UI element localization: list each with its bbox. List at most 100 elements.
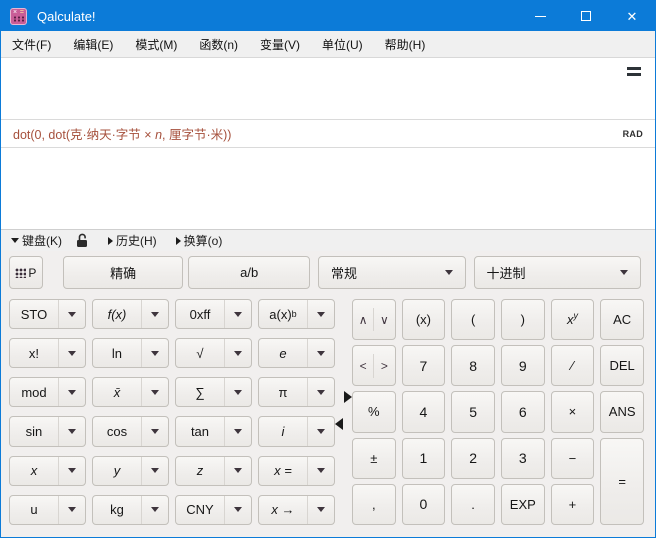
divide-button[interactable]: ∕	[551, 345, 595, 386]
cursor-left-right-button-half-2[interactable]: >	[373, 354, 394, 378]
mean-button[interactable]: x̄	[92, 377, 169, 407]
menu-help[interactable]: 帮助(H)	[374, 31, 437, 57]
add-button[interactable]: +	[551, 484, 595, 525]
sqrt-button-dropdown[interactable]	[224, 339, 251, 367]
menu-mode[interactable]: 模式(M)	[124, 31, 188, 57]
cursor-left-right-button[interactable]: <>	[352, 345, 396, 386]
factorial-button[interactable]: x!	[9, 338, 86, 368]
menu-functions[interactable]: 函数(n)	[188, 31, 249, 57]
mean-button-dropdown[interactable]	[141, 378, 168, 406]
history-toggle[interactable]: 历史(H)	[108, 232, 157, 249]
convert-x-button[interactable]: x →	[258, 495, 335, 525]
sin-button-dropdown[interactable]	[58, 417, 85, 445]
exact-mode-button[interactable]: 精确	[63, 256, 184, 289]
comma-button[interactable]: ,	[352, 484, 396, 525]
hex-button[interactable]: 0xff	[175, 299, 252, 329]
pi-button-dropdown[interactable]	[307, 378, 334, 406]
variable-z-button-dropdown[interactable]	[224, 457, 251, 485]
digit-1-button[interactable]: 1	[402, 438, 446, 479]
expand-right-handle-icon[interactable]	[344, 391, 352, 403]
digit-9-button[interactable]: 9	[501, 345, 545, 386]
variable-y-button[interactable]: y	[92, 456, 169, 486]
function-button-dropdown[interactable]	[141, 300, 168, 328]
exp-button[interactable]: EXP	[501, 484, 545, 525]
e-constant-button[interactable]: e	[258, 338, 335, 368]
menu-hamburger-icon[interactable]	[627, 67, 641, 79]
close-paren-button[interactable]: )	[501, 299, 545, 340]
equals-button[interactable]: =	[600, 438, 644, 525]
lock-keypad-icon[interactable]	[76, 233, 89, 248]
ac-button[interactable]: AC	[600, 299, 644, 340]
pi-button[interactable]: π	[258, 377, 335, 407]
mod-button-dropdown[interactable]	[58, 378, 85, 406]
scroll-up-down-button-half-1[interactable]: ∧	[353, 308, 373, 332]
variable-x-button-dropdown[interactable]	[58, 457, 85, 485]
variable-x-button[interactable]: x	[9, 456, 86, 486]
sin-button[interactable]: sin	[9, 416, 86, 446]
smart-parentheses-button[interactable]: (x)	[402, 299, 446, 340]
sum-button-dropdown[interactable]	[224, 378, 251, 406]
unit-kg-button-dropdown[interactable]	[141, 496, 168, 524]
cursor-left-right-button-half-1[interactable]: <	[353, 354, 373, 378]
scroll-up-down-button[interactable]: ∧∨	[352, 299, 396, 340]
ln-button-dropdown[interactable]	[141, 339, 168, 367]
tan-button[interactable]: tan	[175, 416, 252, 446]
sqrt-button[interactable]: √	[175, 338, 252, 368]
variable-z-button[interactable]: z	[175, 456, 252, 486]
maximize-button[interactable]	[563, 1, 609, 31]
digit-7-button[interactable]: 7	[402, 345, 446, 386]
del-button[interactable]: DEL	[600, 345, 644, 386]
scroll-up-down-button-half-2[interactable]: ∨	[373, 308, 394, 332]
e-constant-button-dropdown[interactable]	[307, 339, 334, 367]
open-paren-button[interactable]: (	[451, 299, 495, 340]
digit-4-button[interactable]: 4	[402, 391, 446, 432]
percent-button[interactable]: %	[352, 391, 396, 432]
multiply-button[interactable]: ×	[551, 391, 595, 432]
expression-input[interactable]	[1, 58, 655, 119]
currency-cny-button-dropdown[interactable]	[224, 496, 251, 524]
digit-6-button[interactable]: 6	[501, 391, 545, 432]
fraction-mode-button[interactable]: a/b	[188, 256, 310, 289]
unit-u-button-dropdown[interactable]	[58, 496, 85, 524]
hex-button-dropdown[interactable]	[224, 300, 251, 328]
digit-8-button[interactable]: 8	[451, 345, 495, 386]
imaginary-unit-button-dropdown[interactable]	[307, 417, 334, 445]
digit-2-button[interactable]: 2	[451, 438, 495, 479]
cos-button[interactable]: cos	[92, 416, 169, 446]
ans-button[interactable]: ANS	[600, 391, 644, 432]
unit-u-button[interactable]: u	[9, 495, 86, 525]
assign-x-button[interactable]: x =	[258, 456, 335, 486]
function-button[interactable]: f(x)	[92, 299, 169, 329]
menu-edit[interactable]: 编辑(E)	[62, 31, 124, 57]
sum-button[interactable]: ∑	[175, 377, 252, 407]
cos-button-dropdown[interactable]	[141, 417, 168, 445]
factorial-button-dropdown[interactable]	[58, 339, 85, 367]
menu-file[interactable]: 文件(F)	[1, 31, 62, 57]
assign-x-button-dropdown[interactable]	[307, 457, 334, 485]
currency-cny-button[interactable]: CNY	[175, 495, 252, 525]
digit-0-button[interactable]: 0	[402, 484, 446, 525]
programming-keypad-button[interactable]: P	[9, 256, 43, 289]
number-base-select[interactable]: 十进制	[474, 256, 641, 289]
minimize-button[interactable]	[517, 1, 563, 31]
menu-units[interactable]: 单位(U)	[311, 31, 374, 57]
store-button[interactable]: STO	[9, 299, 86, 329]
subtract-button[interactable]: −	[551, 438, 595, 479]
unit-kg-button[interactable]: kg	[92, 495, 169, 525]
raise-power-button[interactable]: xy	[551, 299, 595, 340]
digit-5-button[interactable]: 5	[451, 391, 495, 432]
close-button[interactable]: ✕	[609, 1, 655, 31]
power-function-button[interactable]: a(x)b	[258, 299, 335, 329]
tan-button-dropdown[interactable]	[224, 417, 251, 445]
keyboard-toggle[interactable]: 键盘(K)	[11, 232, 62, 249]
mod-button[interactable]: mod	[9, 377, 86, 407]
menu-variables[interactable]: 变量(V)	[249, 31, 311, 57]
power-function-button-dropdown[interactable]	[307, 300, 334, 328]
variable-y-button-dropdown[interactable]	[141, 457, 168, 485]
expand-left-handle-icon[interactable]	[335, 418, 343, 430]
convert-x-button-dropdown[interactable]	[307, 496, 334, 524]
digit-3-button[interactable]: 3	[501, 438, 545, 479]
conversion-toggle[interactable]: 换算(o)	[176, 232, 223, 249]
decimal-point-button[interactable]: .	[451, 484, 495, 525]
display-mode-select[interactable]: 常规	[318, 256, 466, 289]
